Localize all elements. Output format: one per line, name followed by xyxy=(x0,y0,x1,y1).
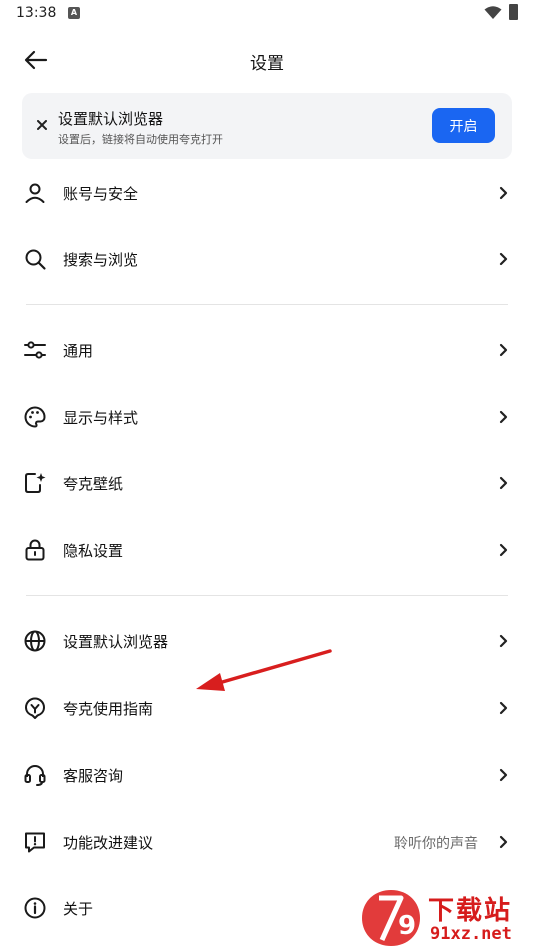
row-label: 夸克使用指南 xyxy=(63,700,154,718)
settings-row-display-style[interactable]: 显示与样式 xyxy=(0,387,534,447)
sliders-icon xyxy=(24,341,46,359)
banner-close-button[interactable] xyxy=(32,115,52,135)
chevron-right-icon xyxy=(499,186,508,200)
guide-icon xyxy=(25,697,45,719)
wifi-icon xyxy=(484,6,502,19)
row-label: 关于 xyxy=(63,900,94,918)
header: 设置 xyxy=(0,40,534,80)
feedback-icon xyxy=(25,832,45,853)
watermark-logo: 9 下载站 91xz.net xyxy=(360,888,532,948)
user-icon xyxy=(25,183,45,203)
chevron-right-icon xyxy=(499,410,508,424)
info-icon xyxy=(24,897,46,919)
wallpaper-icon xyxy=(25,473,46,493)
chevron-right-icon xyxy=(499,476,508,490)
settings-row-general[interactable]: 通用 xyxy=(0,320,534,380)
row-label: 显示与样式 xyxy=(63,409,139,427)
page-title: 设置 xyxy=(250,54,284,74)
lock-icon xyxy=(25,539,45,561)
palette-icon xyxy=(24,406,46,428)
enable-button[interactable]: 开启 xyxy=(432,108,495,143)
chevron-right-icon xyxy=(499,835,508,849)
chevron-right-icon xyxy=(499,252,508,266)
status-bar: 13:38 A xyxy=(0,0,534,28)
settings-row-wallpaper[interactable]: 夸克壁纸 xyxy=(0,453,534,513)
close-icon xyxy=(37,120,47,130)
chevron-right-icon xyxy=(499,343,508,357)
row-label: 夸克壁纸 xyxy=(63,475,124,493)
battery-icon xyxy=(509,4,518,20)
chevron-right-icon xyxy=(499,768,508,782)
row-label: 搜索与浏览 xyxy=(63,251,139,269)
row-label: 账号与安全 xyxy=(63,185,139,203)
row-label: 通用 xyxy=(63,342,94,360)
watermark-badge-icon: 9 xyxy=(362,890,420,946)
settings-row-search-browse[interactable]: 搜索与浏览 xyxy=(0,229,534,289)
row-label: 隐私设置 xyxy=(63,542,124,560)
search-icon xyxy=(25,249,46,270)
chevron-right-icon xyxy=(499,634,508,648)
row-label: 设置默认浏览器 xyxy=(63,633,169,651)
chevron-right-icon xyxy=(499,701,508,715)
settings-row-customer-service[interactable]: 客服咨询 xyxy=(0,745,534,805)
settings-row-account-security[interactable]: 账号与安全 xyxy=(0,163,534,223)
default-browser-banner: 设置默认浏览器 设置后，链接将自动使用夸克打开 开启 xyxy=(22,93,512,159)
watermark-text-top: 下载站 xyxy=(428,896,513,926)
status-time: 13:38 xyxy=(16,5,57,21)
section-divider xyxy=(26,304,508,305)
chevron-right-icon xyxy=(499,543,508,557)
settings-row-feedback[interactable]: 功能改进建议 聆听你的声音 xyxy=(0,812,534,872)
settings-row-privacy[interactable]: 隐私设置 xyxy=(0,520,534,580)
banner-subtitle: 设置后，链接将自动使用夸克打开 xyxy=(58,133,223,146)
row-label: 客服咨询 xyxy=(63,767,124,785)
row-label: 功能改进建议 xyxy=(63,834,154,852)
globe-icon xyxy=(24,630,46,652)
red-arrow-annotation xyxy=(196,649,332,691)
headset-icon xyxy=(24,765,46,786)
watermark-text-bottom: 91xz.net xyxy=(430,924,512,944)
watermark-badge-text: 9 xyxy=(398,911,416,941)
row-value: 聆听你的声音 xyxy=(394,836,478,852)
section-divider xyxy=(26,595,508,596)
notification-icon: A xyxy=(68,7,80,19)
banner-title: 设置默认浏览器 xyxy=(58,110,164,128)
